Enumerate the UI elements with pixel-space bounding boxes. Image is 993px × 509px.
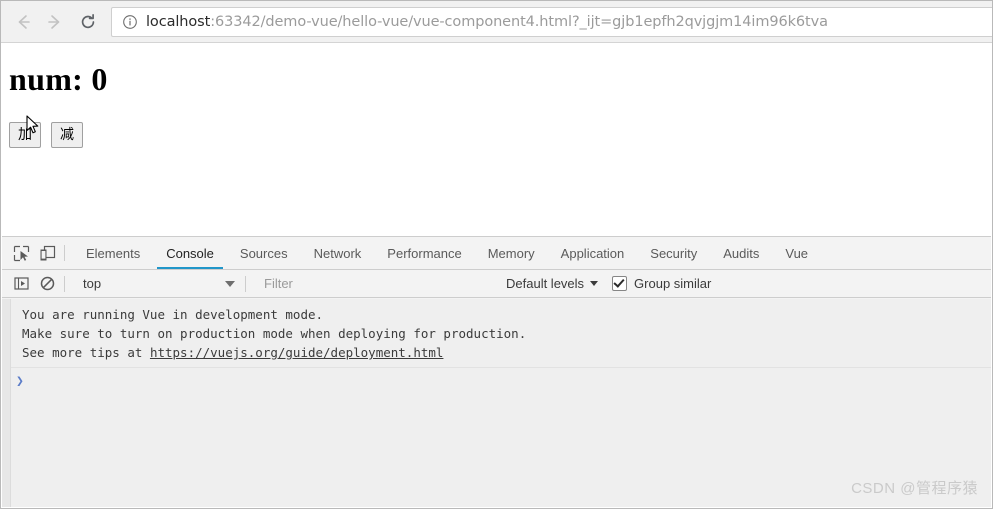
console-message-line-3: See more tips at https://vuejs.org/guide… [22, 343, 991, 362]
console-toolbar-divider [64, 275, 65, 292]
tab-audits[interactable]: Audits [710, 237, 772, 269]
reload-icon [81, 13, 95, 28]
console-sidebar-toggle-button[interactable] [8, 271, 34, 297]
deployment-docs-link[interactable]: https://vuejs.org/guide/deployment.html [150, 345, 444, 360]
page-title: num: 0 [9, 61, 108, 97]
inspect-cursor-icon [13, 245, 29, 261]
counter-buttons: 加 减 [9, 122, 984, 148]
console-message-line-1: You are running Vue in development mode. [22, 307, 324, 322]
chevron-down-icon [225, 280, 235, 287]
browser-toolbar: localhost:63342/demo-vue/hello-vue/vue-c… [1, 1, 992, 43]
tab-sources[interactable]: Sources [227, 237, 301, 269]
tab-memory[interactable]: Memory [475, 237, 548, 269]
console-message-group: You are running Vue in development mode.… [2, 299, 991, 362]
console-filter-divider [245, 275, 246, 292]
group-similar-toggle[interactable]: Group similar [612, 276, 711, 291]
console-levels-value: Default levels [506, 276, 585, 291]
group-similar-checkbox[interactable] [612, 276, 628, 291]
sidebar-panel-icon [13, 277, 29, 290]
clear-console-icon [40, 276, 54, 291]
address-bar-url: localhost:63342/demo-vue/hello-vue/vue-c… [146, 14, 828, 30]
console-message-line-2: Make sure to turn on production mode whe… [22, 326, 527, 341]
address-bar[interactable]: localhost:63342/demo-vue/hello-vue/vue-c… [111, 6, 992, 37]
inspect-element-button[interactable] [8, 240, 34, 266]
console-toolbar: top Filter Default levels Group similar [2, 270, 991, 298]
device-toolbar-icon [40, 245, 55, 260]
prompt-arrow-icon: ❯ [16, 374, 24, 389]
chevron-down-icon [590, 281, 599, 286]
site-info-icon[interactable] [122, 14, 138, 30]
device-toolbar-button[interactable] [34, 240, 60, 266]
increment-button[interactable]: 加 [9, 122, 41, 148]
back-button[interactable] [9, 7, 39, 37]
forward-arrow-icon [48, 14, 60, 29]
watermark: CSDN @管程序猿 [851, 480, 978, 497]
url-host: localhost [146, 13, 211, 30]
console-message-line-3-text: See more tips at [22, 345, 150, 360]
browser-window: localhost:63342/demo-vue/hello-vue/vue-c… [0, 0, 993, 509]
console-input-row[interactable]: ❯ [2, 367, 991, 390]
tab-console[interactable]: Console [153, 237, 227, 269]
decrement-button[interactable]: 减 [51, 122, 83, 148]
devtools-panel: Elements Console Sources Network Perform… [2, 236, 991, 507]
back-arrow-icon [18, 14, 30, 29]
console-levels-select[interactable]: Default levels [506, 276, 599, 291]
tab-network[interactable]: Network [301, 237, 375, 269]
tab-vue[interactable]: Vue [772, 237, 821, 269]
console-gutter [2, 299, 11, 507]
tab-application[interactable]: Application [548, 237, 638, 269]
console-body[interactable]: You are running Vue in development mode.… [2, 299, 991, 507]
page-viewport: num: 0 加 减 [1, 43, 992, 235]
tab-performance[interactable]: Performance [374, 237, 474, 269]
console-context-select[interactable]: top [73, 273, 241, 295]
clear-console-button[interactable] [34, 271, 60, 297]
console-filter-placeholder: Filter [264, 276, 293, 291]
forward-button[interactable] [39, 7, 69, 37]
tab-elements[interactable]: Elements [73, 237, 153, 269]
toolbar-divider [64, 245, 65, 261]
tab-security[interactable]: Security [637, 237, 710, 269]
console-context-value: top [83, 276, 102, 291]
group-similar-label: Group similar [634, 276, 712, 291]
devtools-tabbar: Elements Console Sources Network Perform… [2, 237, 991, 270]
reload-button[interactable] [73, 7, 103, 37]
url-path: :63342/demo-vue/hello-vue/vue-component4… [210, 13, 828, 30]
console-filter-input[interactable]: Filter [254, 273, 494, 295]
